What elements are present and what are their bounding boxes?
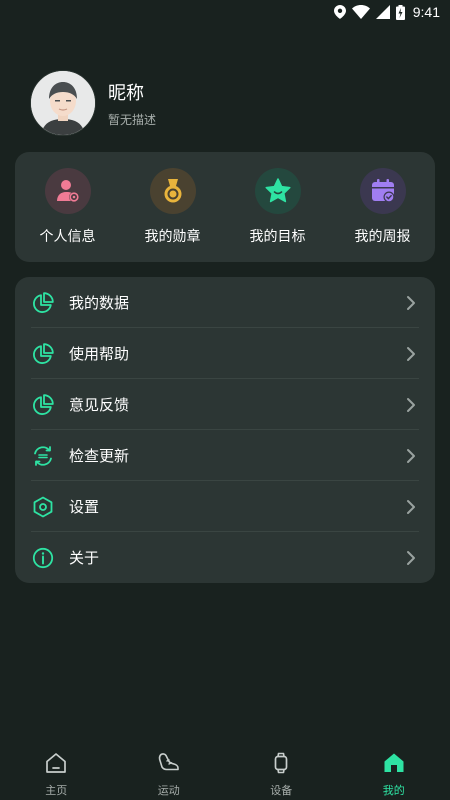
battery-icon (395, 4, 405, 20)
menu-item-my-data[interactable]: 我的数据 (15, 277, 435, 328)
menu-item-help[interactable]: 使用帮助 (15, 328, 435, 379)
info-icon (31, 546, 55, 570)
watch-icon (269, 751, 293, 779)
hexagon-settings-icon (31, 495, 55, 519)
menu-item-settings[interactable]: 设置 (15, 481, 435, 532)
quick-action-label: 我的目标 (249, 229, 306, 245)
chevron-right-icon (399, 342, 423, 366)
shoe-icon (157, 751, 181, 779)
bottom-tab-bar: 主页 运动 设备 我的 (0, 748, 450, 800)
star-icon (254, 168, 301, 214)
quick-action-weekly-report[interactable]: 我的周报 (333, 168, 433, 246)
quick-action-medals[interactable]: 我的勋章 (123, 168, 223, 246)
status-time: 9:41 (412, 4, 440, 20)
menu-item-label: 意见反馈 (69, 396, 130, 414)
quick-action-goals[interactable]: 我的目标 (228, 168, 328, 246)
tab-label: 主页 (45, 783, 68, 797)
nickname: 昵称 (108, 82, 144, 104)
location-icon (333, 5, 346, 19)
signal-icon (375, 5, 390, 19)
quick-action-label: 我的周报 (354, 229, 411, 245)
menu-list: 我的数据 使用帮助 意见反馈 检查更新 设置 关于 (15, 277, 435, 583)
home-filled-icon (382, 751, 406, 779)
home-icon (44, 751, 68, 779)
chevron-right-icon (399, 495, 423, 519)
menu-item-label: 检查更新 (69, 447, 130, 465)
quick-actions-card: 个人信息 我的勋章 我的目标 我的周报 (15, 152, 435, 262)
tab-label: 设备 (270, 783, 293, 797)
status-bar: 9:41 (0, 0, 450, 24)
person-icon (44, 168, 91, 214)
quick-action-personal-info[interactable]: 个人信息 (18, 168, 118, 246)
pie-chart-icon (31, 291, 55, 315)
tab-home[interactable]: 主页 (16, 751, 96, 798)
profile-description: 暂无描述 (108, 112, 157, 127)
menu-item-label: 我的数据 (69, 294, 130, 312)
tab-label: 我的 (382, 783, 405, 797)
calendar-icon (359, 168, 406, 214)
chevron-right-icon (399, 393, 423, 417)
menu-item-label: 关于 (69, 549, 100, 567)
menu-item-label: 使用帮助 (69, 345, 130, 363)
quick-action-label: 个人信息 (39, 229, 96, 245)
chevron-right-icon (399, 291, 423, 315)
chevron-right-icon (399, 444, 423, 468)
tab-device[interactable]: 设备 (241, 751, 321, 798)
pie-chart-icon (31, 393, 55, 417)
menu-item-check-update[interactable]: 检查更新 (15, 430, 435, 481)
chevron-right-icon (399, 546, 423, 570)
tab-sport[interactable]: 运动 (129, 751, 209, 798)
pie-chart-icon (31, 342, 55, 366)
avatar[interactable] (30, 70, 96, 136)
quick-action-label: 我的勋章 (144, 229, 201, 245)
menu-item-label: 设置 (69, 498, 100, 516)
refresh-icon (31, 444, 55, 468)
wifi-icon (351, 5, 370, 19)
tab-mine[interactable]: 我的 (354, 751, 434, 798)
tab-label: 运动 (157, 783, 180, 797)
profile-header[interactable]: 昵称 暂无描述 (30, 70, 156, 136)
medal-icon (149, 168, 196, 214)
menu-item-feedback[interactable]: 意见反馈 (15, 379, 435, 430)
menu-item-about[interactable]: 关于 (15, 532, 435, 583)
